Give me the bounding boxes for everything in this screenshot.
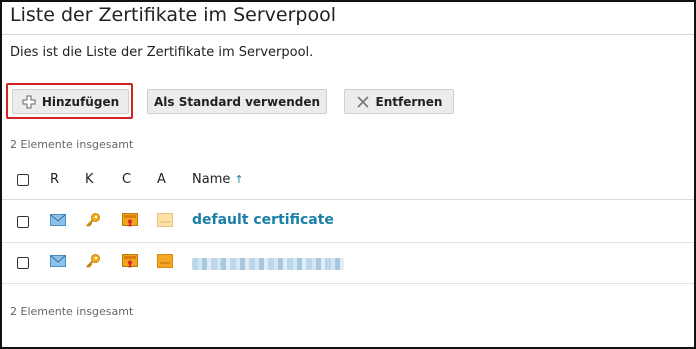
remove-button[interactable]: Entfernen xyxy=(344,89,454,114)
certificate-name-redacted[interactable] xyxy=(192,258,344,270)
key-icon xyxy=(85,253,101,269)
row-checkbox[interactable] xyxy=(17,257,29,269)
certificate-icon xyxy=(122,253,138,269)
key-icon xyxy=(85,212,101,228)
x-icon xyxy=(356,95,370,109)
checkbox-box xyxy=(17,174,29,186)
column-header-name-label: Name xyxy=(192,172,231,187)
table-row xyxy=(2,243,694,284)
plus-icon xyxy=(22,95,36,109)
page-description: Dies ist die Liste der Zertifikate im Se… xyxy=(10,45,314,60)
row-checkbox[interactable] xyxy=(17,216,29,228)
sort-ascending-icon: ↑ xyxy=(234,173,244,186)
checkbox-box xyxy=(17,257,29,269)
document-icon xyxy=(157,213,173,227)
certificate-icon xyxy=(122,212,138,228)
set-default-button[interactable]: Als Standard verwenden xyxy=(147,89,327,114)
add-button-label: Hinzufügen xyxy=(41,94,120,109)
table-row xyxy=(2,202,694,243)
column-header-r: R xyxy=(50,172,60,187)
page-title: Liste der Zertifikate im Serverpool xyxy=(10,4,336,26)
add-button[interactable]: Hinzufügen xyxy=(12,89,129,114)
remove-button-label: Entfernen xyxy=(375,94,443,109)
certificate-name: default certificate xyxy=(192,212,334,228)
select-all-checkbox[interactable] xyxy=(17,174,29,186)
certificate-name-link[interactable]: default certificate xyxy=(192,212,334,228)
column-header-a: A xyxy=(157,172,166,187)
item-count-top: 2 Elemente insgesamt xyxy=(10,138,134,151)
set-default-button-label: Als Standard verwenden xyxy=(153,94,321,109)
document-icon-active xyxy=(157,254,173,268)
checkbox-box xyxy=(17,216,29,228)
table-header xyxy=(2,166,694,200)
redacted-name xyxy=(192,258,344,270)
envelope-icon xyxy=(50,214,66,226)
item-count-bottom: 2 Elemente insgesamt xyxy=(10,305,134,318)
column-header-name[interactable]: Name ↑ xyxy=(192,172,244,187)
column-header-k: K xyxy=(85,172,94,187)
envelope-icon xyxy=(50,255,66,267)
title-divider xyxy=(2,34,694,35)
column-header-c: C xyxy=(122,172,132,187)
